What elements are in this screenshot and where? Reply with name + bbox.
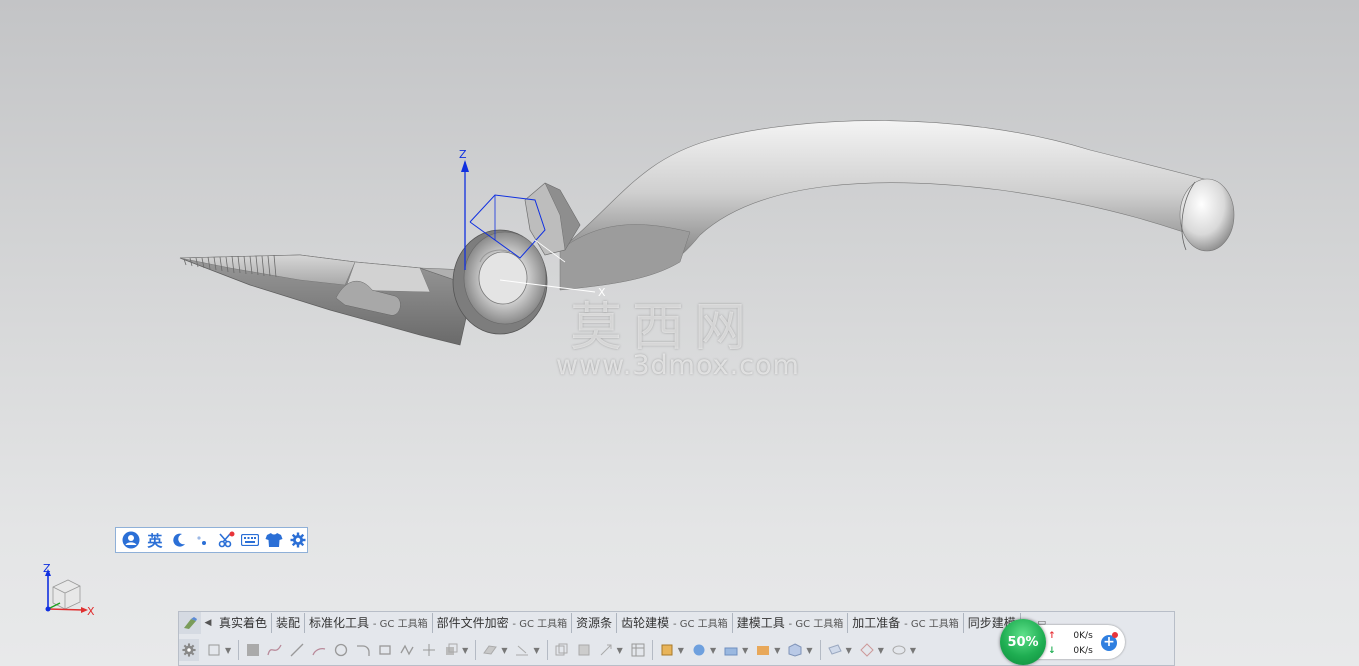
upload-arrow-icon: ↑ — [1048, 631, 1056, 641]
section-view-icon[interactable] — [826, 641, 844, 659]
triad-z-label: Z — [43, 562, 51, 575]
gear-icon[interactable] — [289, 530, 307, 550]
network-speed-widget[interactable]: 50% ↑ 0K/s ↓ 0K/s + — [1000, 619, 1125, 665]
transform-dropdown[interactable]: ▼ — [617, 646, 623, 655]
view-orient-icon[interactable] — [658, 641, 676, 659]
ime-toolbar: 英 — [115, 527, 308, 553]
moon-icon[interactable] — [170, 530, 188, 550]
graphics-viewport[interactable]: Z X 莫西网 www.3dmox.com — [0, 0, 1359, 610]
studio-spline-icon[interactable] — [266, 641, 284, 659]
rectangle-icon[interactable] — [376, 641, 394, 659]
notification-dot — [1112, 632, 1118, 638]
settings-gear-icon[interactable] — [179, 639, 199, 661]
tab-true-shading[interactable]: 真实着色 — [215, 613, 273, 633]
save-icon[interactable] — [575, 641, 593, 659]
toolbar-separator — [819, 640, 821, 660]
tab-part-file-encryption[interactable]: 部件文件加密 - GC 工具箱 — [433, 613, 573, 633]
sketch-icon[interactable] — [205, 641, 223, 659]
datum-dropdown[interactable]: ▼ — [501, 646, 507, 655]
punctuation-icon[interactable] — [194, 530, 212, 550]
watermark-url: www.3dmox.com — [556, 350, 800, 381]
watermark-text: 莫西网 — [570, 298, 757, 358]
layer-icon[interactable] — [722, 641, 740, 659]
section-view-dropdown[interactable]: ▼ — [846, 646, 852, 655]
toolbar-separator — [475, 640, 477, 660]
fit-icon[interactable] — [890, 641, 908, 659]
orient-dropdown[interactable]: ▼ — [878, 646, 884, 655]
measure-icon[interactable] — [513, 641, 531, 659]
triad-x-label: X — [87, 605, 95, 618]
orient-icon[interactable] — [858, 641, 876, 659]
tab-resource-bar[interactable]: 资源条 — [572, 613, 618, 633]
fit-dropdown[interactable]: ▼ — [910, 646, 916, 655]
toolbar-grip-icon[interactable] — [179, 612, 201, 634]
fillet-icon[interactable] — [354, 641, 372, 659]
keyboard-icon[interactable] — [241, 530, 260, 550]
cube-view-dropdown[interactable]: ▼ — [806, 646, 812, 655]
shirt-icon[interactable] — [265, 530, 283, 550]
tab-scroll-left[interactable]: ◀ — [201, 613, 215, 633]
measure-dropdown[interactable]: ▼ — [533, 646, 539, 655]
toolbar-separator — [546, 640, 548, 660]
extrude-icon[interactable] — [442, 641, 460, 659]
handle[interactable] — [559, 120, 1235, 291]
point-icon[interactable] — [420, 641, 438, 659]
layer-dropdown[interactable]: ▼ — [742, 646, 748, 655]
view-orient-dropdown[interactable]: ▼ — [678, 646, 684, 655]
download-arrow-icon: ↓ — [1048, 646, 1056, 656]
copy-icon[interactable] — [553, 641, 571, 659]
language-icon: 英 — [147, 531, 163, 550]
display-edit-dropdown[interactable]: ▼ — [774, 646, 780, 655]
shading-icon[interactable] — [690, 641, 708, 659]
transform-icon[interactable] — [597, 641, 615, 659]
shading-dropdown[interactable]: ▼ — [710, 646, 716, 655]
line-icon[interactable] — [288, 641, 306, 659]
view-triad[interactable]: Z X — [38, 562, 98, 626]
table-icon[interactable] — [629, 641, 647, 659]
download-speed: ↓ 0K/s — [1048, 646, 1093, 656]
toolbar-separator — [238, 640, 240, 660]
tab-modeling-tools[interactable]: 建模工具 - GC 工具箱 — [733, 613, 849, 633]
tab-assembly[interactable]: 装配 — [272, 613, 306, 633]
csys-z-label: Z — [459, 148, 467, 161]
cube-view-icon[interactable] — [786, 641, 804, 659]
circle-icon[interactable] — [332, 641, 350, 659]
pivot-ring[interactable] — [452, 229, 548, 335]
tab-machining-prep[interactable]: 加工准备 - GC 工具箱 — [848, 613, 964, 633]
language-toggle[interactable]: 英 — [146, 530, 164, 550]
display-edit-icon[interactable] — [754, 641, 772, 659]
toolbar-separator — [651, 640, 653, 660]
scissors-icon[interactable] — [217, 530, 235, 550]
user-icon[interactable] — [122, 530, 140, 550]
datum-plane-icon[interactable] — [481, 641, 499, 659]
arc-icon[interactable] — [310, 641, 328, 659]
jaw[interactable] — [179, 254, 486, 346]
extrude-dropdown[interactable]: ▼ — [462, 646, 468, 655]
tab-standardization-tools[interactable]: 标准化工具 - GC 工具箱 — [305, 613, 433, 633]
polyline-icon[interactable] — [398, 641, 416, 659]
rectangle-fill-icon[interactable] — [244, 641, 262, 659]
memory-usage-ball[interactable]: 50% — [1000, 619, 1046, 665]
upload-speed: ↑ 0K/s — [1048, 631, 1093, 641]
sketch-dropdown[interactable]: ▼ — [225, 646, 231, 655]
tab-gear-modeling[interactable]: 齿轮建模 - GC 工具箱 — [617, 613, 733, 633]
